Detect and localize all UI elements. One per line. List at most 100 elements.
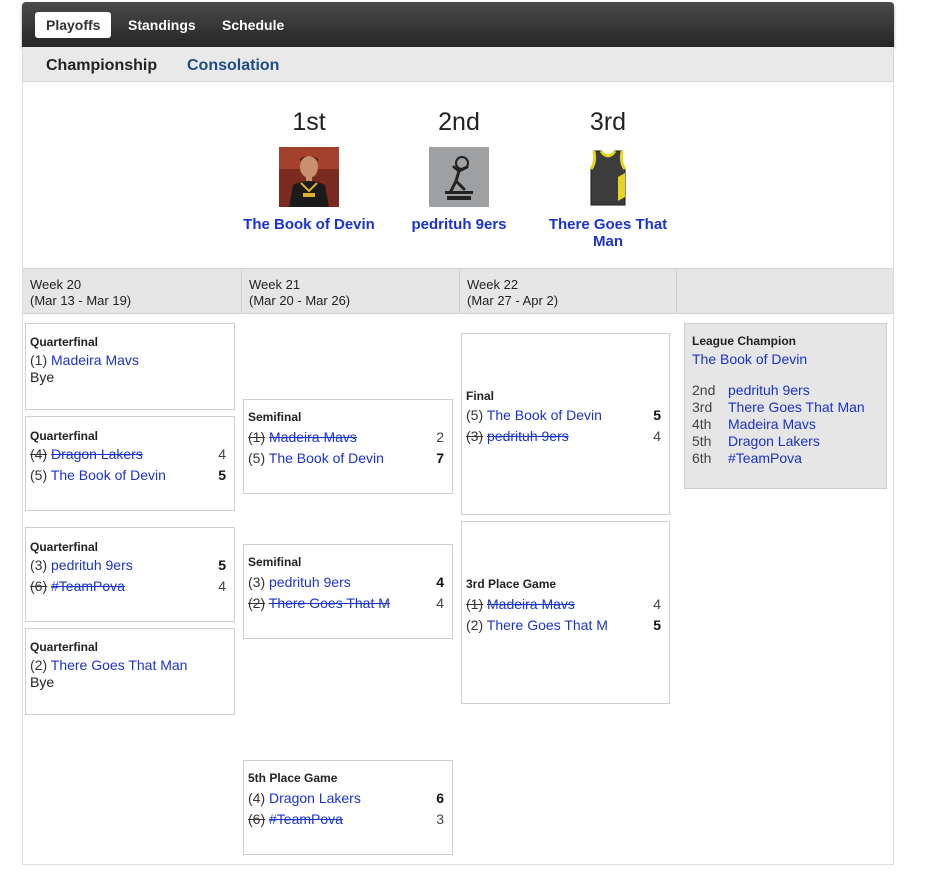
seed: (1) (248, 429, 266, 445)
game-quarterfinal-2[interactable]: Quarterfinal (4) Dragon Lakers 4 (5) The… (25, 416, 235, 511)
team-row-loser[interactable]: (4) Dragon Lakers 4 (30, 445, 226, 463)
seed: (3) (248, 574, 266, 590)
game-quarterfinal-3[interactable]: Quarterfinal (3) pedrituh 9ers 5 (6) #Te… (25, 527, 235, 622)
game-quarterfinal-1[interactable]: Quarterfinal (1) Madeira Mavs Bye (25, 323, 235, 410)
score: 4 (436, 574, 444, 590)
podium-first: 1st The Book of Devin (229, 107, 389, 233)
final-standing-row: 2nd pedrituh 9ers (692, 382, 810, 399)
team-row-winner[interactable]: (4) Dragon Lakers 6 (248, 789, 444, 807)
team-link[interactable]: Madeira Mavs (487, 596, 575, 612)
team-name-line-1[interactable]: There Goes That (549, 216, 667, 233)
game-title: Final (466, 389, 495, 403)
team-row-loser[interactable]: (1) Madeira Mavs 4 (466, 595, 661, 613)
team-link[interactable]: #TeamPova (51, 578, 125, 594)
team-row-loser[interactable]: (1) Madeira Mavs 2 (248, 428, 444, 446)
tab-standings[interactable]: Standings (117, 12, 207, 38)
team-row-loser[interactable]: (6) #TeamPova 3 (248, 810, 444, 828)
team-link[interactable]: pedrituh 9ers (51, 557, 133, 573)
week-header-row: Week 20 (Mar 13 - Mar 19) Week 21 (Mar 2… (23, 268, 893, 314)
game-title: Quarterfinal (30, 335, 99, 349)
team-row-winner[interactable]: (2) There Goes That M 5 (466, 616, 661, 634)
seed: (5) (466, 407, 484, 423)
tab-championship[interactable]: Championship (46, 57, 157, 75)
team-link[interactable]: Madeira Mavs (269, 429, 357, 445)
team-link[interactable]: The Book of Devin (487, 407, 602, 423)
game-semifinal-2[interactable]: Semifinal (3) pedrituh 9ers 4 (2) There … (243, 544, 453, 639)
game-third-place[interactable]: 3rd Place Game (1) Madeira Mavs 4 (2) Th… (461, 521, 670, 704)
bye-label: Bye (30, 674, 55, 690)
week-header-21: Week 21 (Mar 20 - Mar 26) (242, 269, 460, 313)
team-row-winner[interactable]: (5) The Book of Devin 7 (248, 449, 444, 467)
team-link[interactable]: #TeamPova (269, 811, 343, 827)
game-quarterfinal-4[interactable]: Quarterfinal (2) There Goes That Man Bye (25, 628, 235, 715)
team-link[interactable]: Dragon Lakers (51, 446, 143, 462)
game-fifth-place[interactable]: 5th Place Game (4) Dragon Lakers 6 (6) #… (243, 760, 453, 855)
score: 2 (436, 429, 444, 445)
final-standing-row: 3rd There Goes That Man (692, 399, 865, 416)
final-standing-row: 6th #TeamPova (692, 450, 802, 467)
champion-title: League Champion (692, 334, 797, 348)
podium-team-third[interactable]: There Goes That Man (534, 216, 682, 250)
jersey-icon[interactable] (578, 147, 638, 207)
week-label: Week 22 (467, 277, 519, 292)
seed: (2) (466, 617, 484, 633)
tab-consolation[interactable]: Consolation (187, 57, 279, 75)
seed: (2) (248, 595, 266, 611)
podium-team-second[interactable]: pedrituh 9ers (389, 216, 529, 233)
team-link[interactable]: There Goes That M (487, 617, 608, 633)
standing-team-link[interactable]: Dragon Lakers (728, 433, 820, 449)
podium-second: 2nd pedrituh 9ers (389, 107, 529, 233)
score: 4 (218, 446, 226, 462)
seed: (3) (466, 428, 484, 444)
team-logo-nets[interactable] (429, 147, 489, 207)
seed: (4) (248, 790, 266, 806)
game-final[interactable]: Final (5) The Book of Devin 5 (3) pedrit… (461, 333, 670, 515)
standing-place: 5th (692, 433, 712, 449)
team-row-loser[interactable]: (6) #TeamPova 4 (30, 577, 226, 595)
team-row-loser[interactable]: (2) There Goes That M 4 (248, 594, 444, 612)
top-navigation: Playoffs Standings Schedule (22, 2, 894, 47)
week-label: Week 20 (30, 277, 82, 292)
week-header-22: Week 22 (Mar 27 - Apr 2) (460, 269, 677, 313)
team-link[interactable]: Madeira Mavs (51, 352, 139, 368)
team-link[interactable]: pedrituh 9ers (487, 428, 569, 444)
team-row-loser[interactable]: (3) pedrituh 9ers 4 (466, 427, 661, 445)
team-row[interactable]: (1) Madeira Mavs (30, 351, 226, 369)
game-title: Semifinal (248, 555, 302, 569)
score: 7 (436, 450, 444, 466)
standing-place: 3rd (692, 399, 713, 415)
team-row-winner[interactable]: (3) pedrituh 9ers 5 (30, 556, 226, 574)
team-row-winner[interactable]: (5) The Book of Devin 5 (30, 466, 226, 484)
place-label: 2nd (438, 108, 480, 136)
score: 5 (653, 407, 661, 423)
team-row-winner[interactable]: (3) pedrituh 9ers 4 (248, 573, 444, 591)
team-name-line-2[interactable]: Man (593, 233, 623, 250)
score: 5 (653, 617, 661, 633)
team-logo-player-photo[interactable] (279, 147, 339, 207)
team-link[interactable]: pedrituh 9ers (269, 574, 351, 590)
standing-team-link[interactable]: There Goes That Man (728, 399, 865, 415)
final-standing-row: 5th Dragon Lakers (692, 433, 820, 450)
tab-playoffs[interactable]: Playoffs (35, 12, 112, 38)
standing-team-link[interactable]: pedrituh 9ers (728, 382, 810, 398)
game-title: Quarterfinal (30, 429, 99, 443)
team-row-winner[interactable]: (5) The Book of Devin 5 (466, 406, 661, 424)
podium-team-first[interactable]: The Book of Devin (229, 216, 389, 233)
team-link[interactable]: There Goes That Man (51, 657, 188, 673)
week-range: (Mar 13 - Mar 19) (30, 293, 132, 308)
tab-schedule[interactable]: Schedule (211, 12, 295, 38)
team-link[interactable]: The Book of Devin (51, 467, 166, 483)
game-semifinal-1[interactable]: Semifinal (1) Madeira Mavs 2 (5) The Boo… (243, 399, 453, 494)
bye-label: Bye (30, 369, 55, 385)
champion-team-link[interactable]: The Book of Devin (692, 351, 807, 367)
week-range: (Mar 20 - Mar 26) (249, 293, 351, 308)
team-link[interactable]: Dragon Lakers (269, 790, 361, 806)
seed: (5) (30, 467, 48, 483)
team-link[interactable]: The Book of Devin (269, 450, 384, 466)
team-row[interactable]: (2) There Goes That Man (30, 656, 226, 674)
standing-place: 4th (692, 416, 712, 432)
team-link[interactable]: There Goes That M (269, 595, 390, 611)
seed: (4) (30, 446, 48, 462)
standing-team-link[interactable]: Madeira Mavs (728, 416, 816, 432)
standing-team-link[interactable]: #TeamPova (728, 450, 802, 466)
